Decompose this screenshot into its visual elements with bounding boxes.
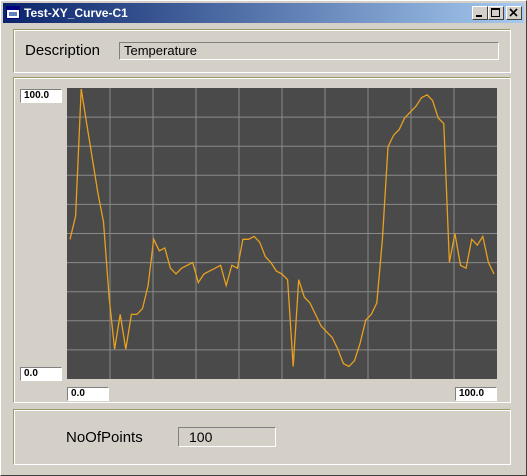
description-field[interactable]: Temperature — [119, 42, 499, 60]
app-icon — [6, 6, 20, 19]
title-bar[interactable]: Test-XY_Curve-C1 — [3, 3, 524, 23]
points-field[interactable]: 100 — [178, 427, 276, 447]
minimize-icon — [476, 15, 482, 17]
close-button[interactable] — [506, 6, 522, 20]
y-axis-max-label: 100.0 — [20, 89, 62, 103]
x-axis-max-label: 100.0 — [455, 387, 497, 401]
maximize-button[interactable] — [488, 6, 504, 20]
points-panel: NoOfPoints 100 — [13, 409, 511, 465]
points-label: NoOfPoints — [66, 429, 143, 446]
minimize-button[interactable] — [472, 6, 488, 20]
y-axis-min-label: 0.0 — [20, 367, 62, 381]
x-axis-min-label: 0.0 — [67, 387, 109, 401]
xy-curve-plot[interactable] — [67, 88, 497, 379]
description-panel: Description Temperature — [13, 29, 511, 73]
app-window: Test-XY_Curve-C1 Description Temperature… — [0, 0, 527, 476]
description-label: Description — [25, 42, 101, 59]
close-icon — [509, 8, 518, 17]
maximize-icon — [491, 8, 500, 17]
window-title: Test-XY_Curve-C1 — [24, 6, 128, 20]
